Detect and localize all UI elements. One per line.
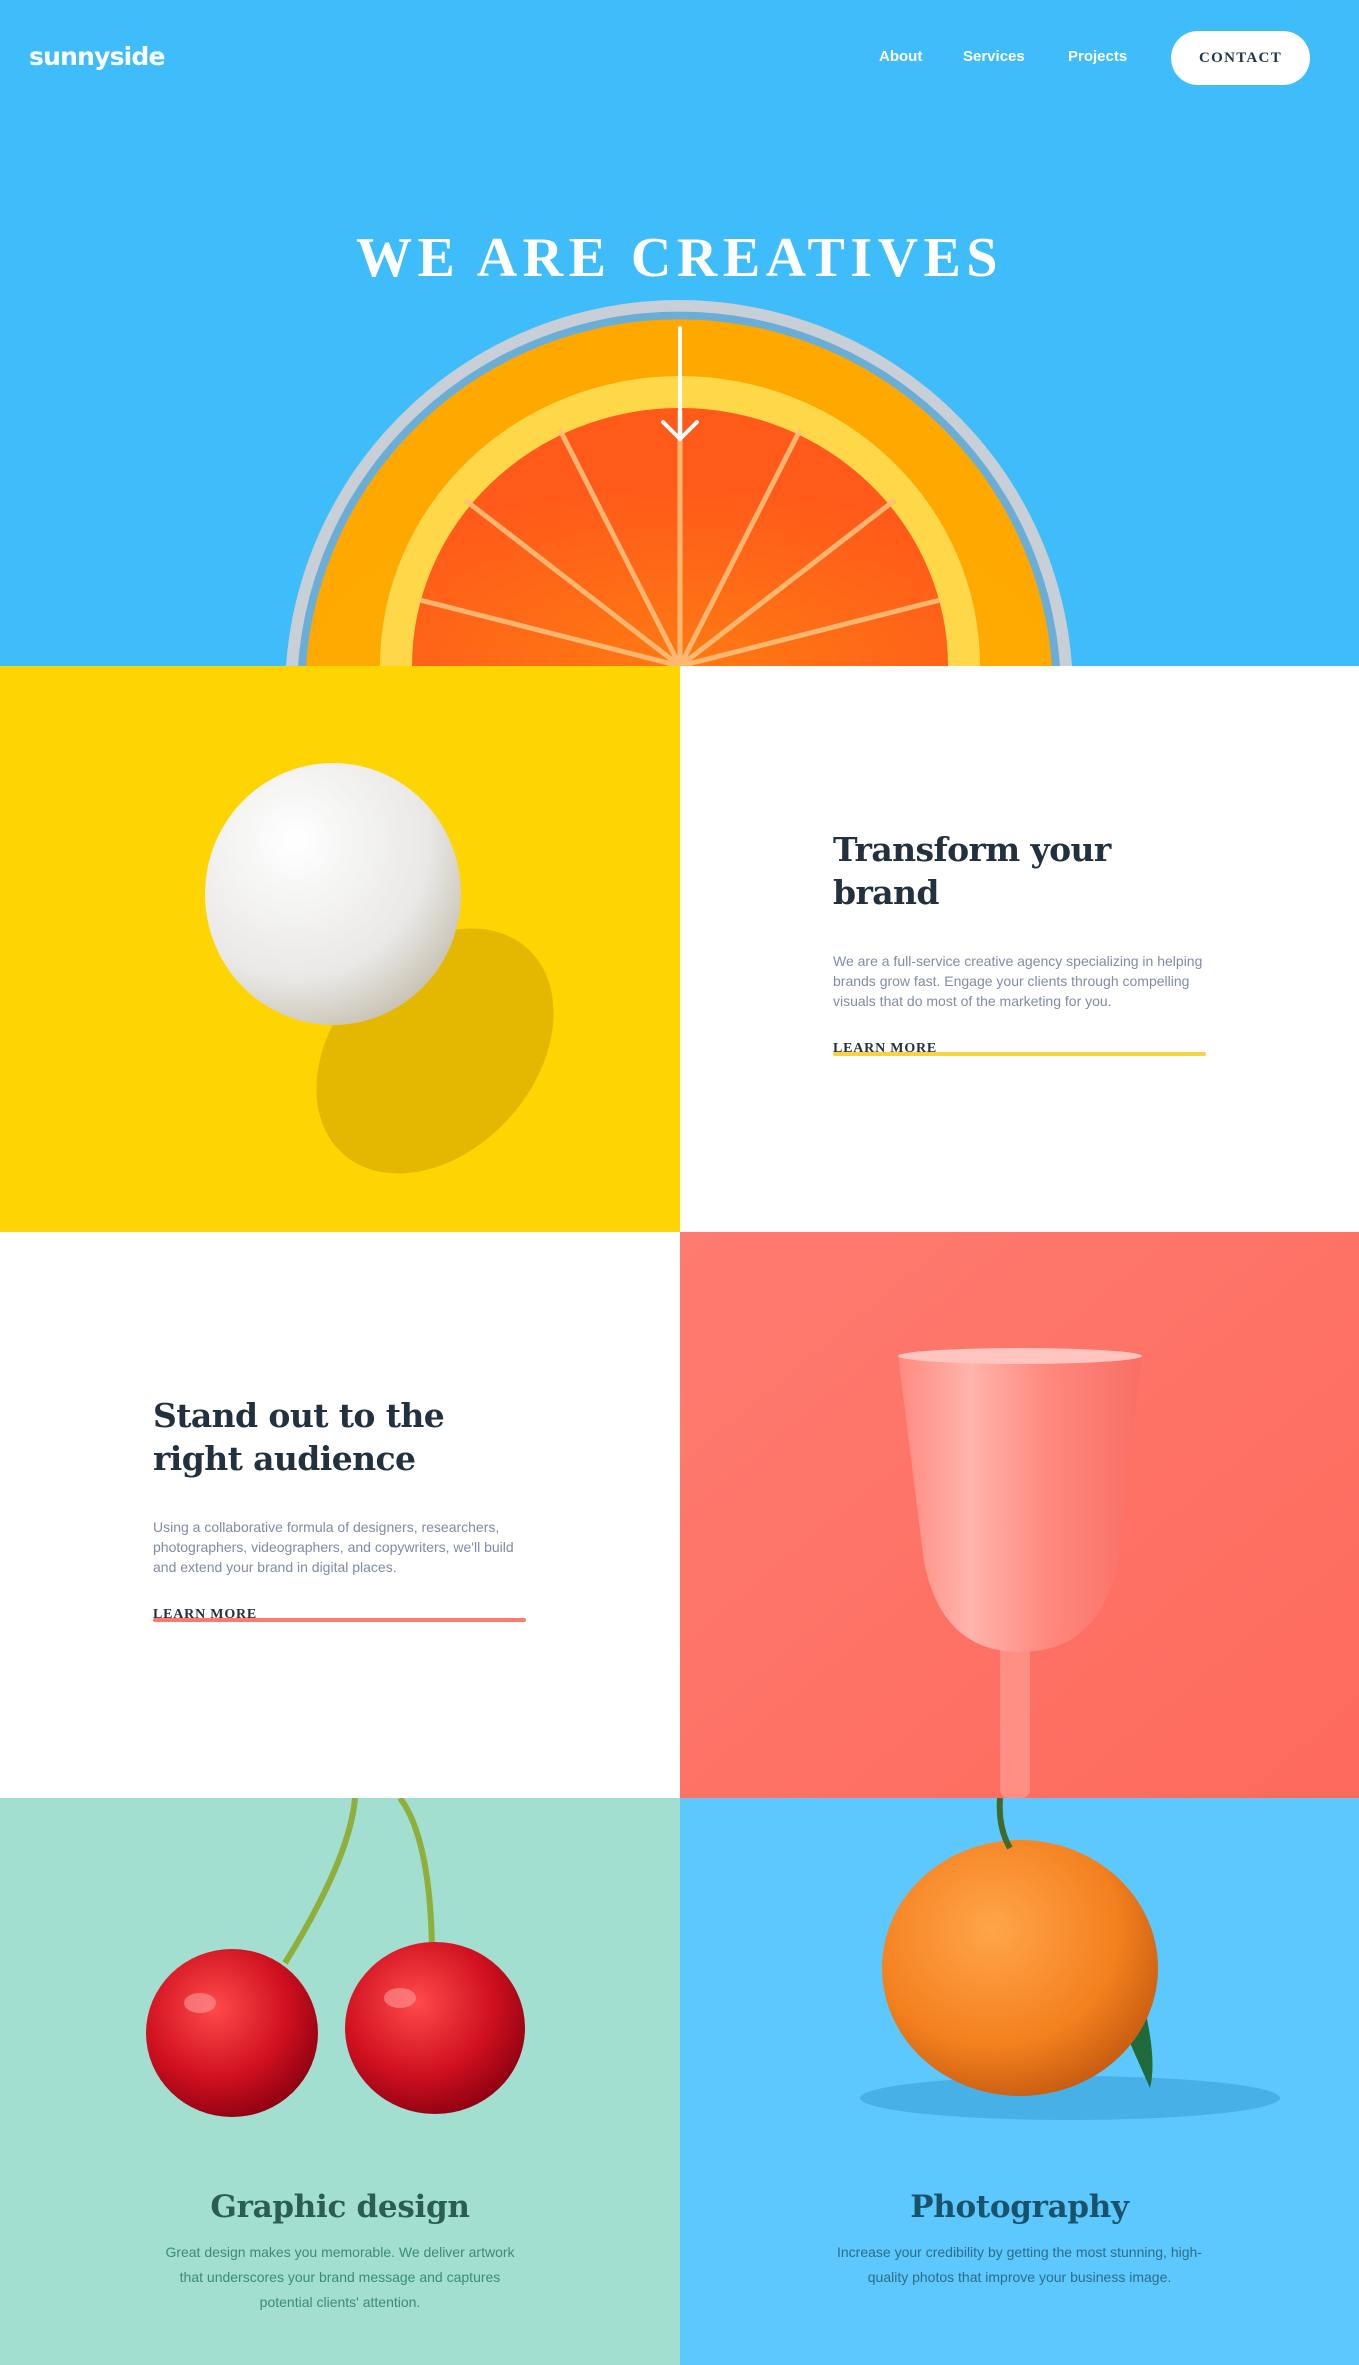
nav-link-about[interactable]: About (879, 48, 922, 65)
hero-title: WE ARE CREATIVES (355, 227, 1004, 289)
standout-learn-more[interactable]: LEARN MORE (153, 1605, 528, 1625)
transform-heading: Transform your brand (833, 830, 1111, 912)
egg-image (0, 666, 680, 1232)
standout-body: Using a collaborative formula of designe… (153, 1519, 514, 1575)
transform-body: We are a full-service creative agency sp… (833, 953, 1203, 1009)
learn-more-link[interactable]: LEARN MORE (153, 1607, 257, 1622)
nav-link-projects[interactable]: Projects (1068, 48, 1127, 65)
graphic-design-title: Graphic design (210, 2189, 470, 2225)
cup-image (680, 1232, 1359, 1798)
nav-link-services[interactable]: Services (963, 48, 1025, 65)
learn-more-link[interactable]: LEARN MORE (833, 1041, 937, 1056)
arrow-down-icon[interactable] (655, 326, 705, 444)
photography-section: Photography Increase your credibility by… (680, 1798, 1359, 2365)
graphic-design-section: Graphic design Great design makes you me… (0, 1798, 680, 2365)
photography-title: Photography (910, 2189, 1129, 2225)
hero-section: sunnyside About Services Projects CONTAC… (0, 0, 1359, 666)
transform-section: Transform your brand We are a full-servi… (680, 666, 1359, 1232)
contact-button[interactable]: CONTACT (1171, 31, 1310, 85)
photography-body: Increase your credibility by getting the… (837, 2244, 1202, 2285)
standout-section: Stand out to the right audience Using a … (0, 1232, 680, 1798)
transform-learn-more[interactable]: LEARN MORE (833, 1039, 1208, 1059)
standout-heading: Stand out to the right audience (153, 1396, 445, 1478)
graphic-design-body: Great design makes you memorable. We del… (165, 2244, 515, 2310)
logo[interactable]: sunnyside (29, 42, 165, 71)
